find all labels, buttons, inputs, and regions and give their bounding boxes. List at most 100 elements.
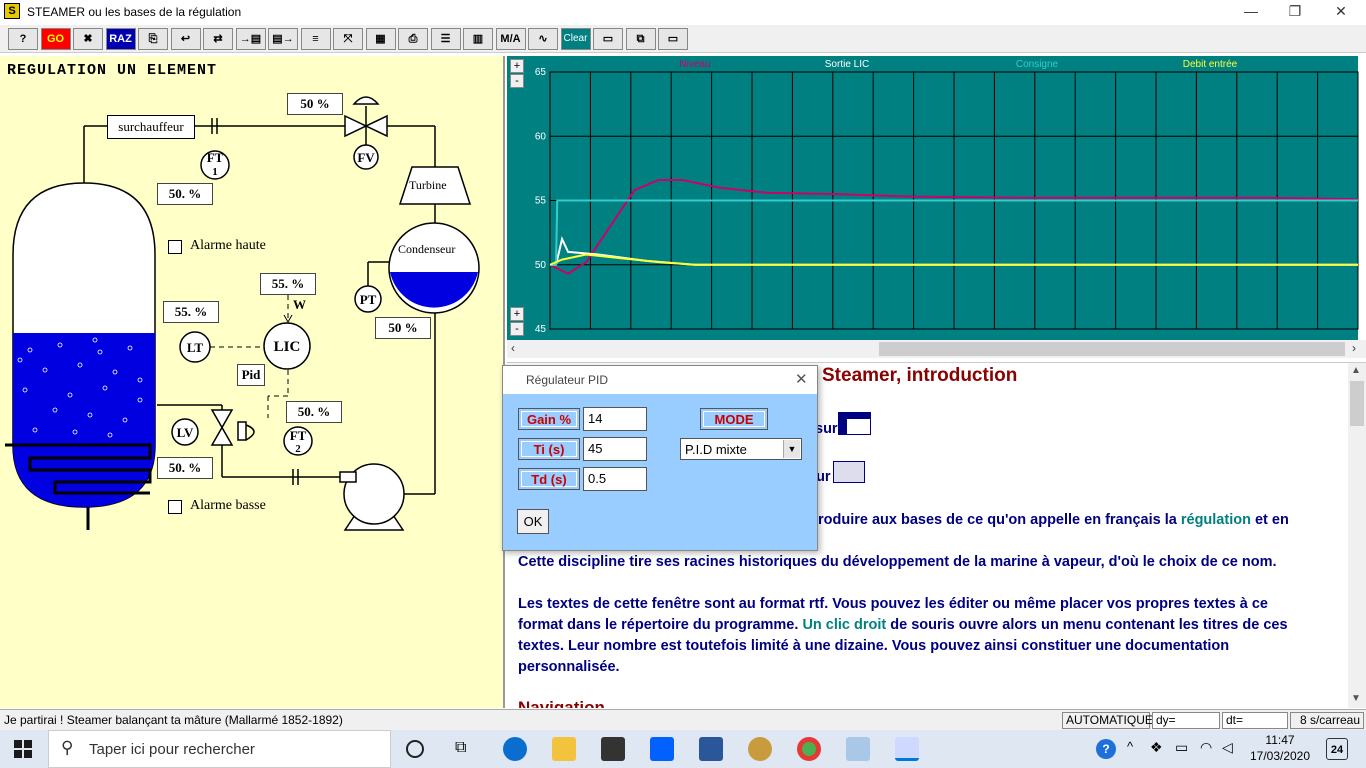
tool-5-button[interactable]: ↩ [170,28,201,50]
condenser-water [390,272,478,308]
volume-icon[interactable]: ◁ [1222,739,1233,756]
condenser-value[interactable]: 50 % [375,317,431,339]
go-button[interactable]: GO [40,28,71,50]
doc-heading: Steamer, introduction [822,365,1018,386]
scroll-down-icon[interactable]: ▼ [1351,693,1361,704]
lt-label: LT [187,340,203,355]
help-button[interactable]: ? [8,28,38,50]
legend-label: Consigne [1016,59,1059,70]
chevron-up-icon[interactable]: ^ [1127,739,1133,754]
clear-button[interactable]: Clear [560,28,591,50]
notification-badge[interactable]: 24 [1326,738,1348,760]
pid-dialog: Régulateur PID ✕ Gain % 14 Ti (s) 45 Td … [502,365,818,551]
pid-button[interactable]: Pid [237,364,265,386]
td-input[interactable]: 0.5 [583,467,647,491]
word-icon[interactable] [699,737,723,761]
help-tray-icon[interactable]: ? [1096,739,1116,759]
alarm-low-label: Alarme basse [190,498,266,513]
gain-label: Gain % [518,408,580,430]
lv-valve[interactable] [210,409,255,446]
ft1-label: FT [207,150,224,165]
superheater: surchauffeur [107,115,195,139]
doc-paragraph-2: Cette discipline tire ses racines histor… [518,554,1277,570]
alarm-low-checkbox[interactable] [168,500,182,514]
wave-button[interactable]: ∿ [528,28,558,50]
paint-icon[interactable] [846,737,870,761]
ma-button[interactable]: M/A [495,28,526,50]
app-icon: S [4,3,20,19]
chevron-down-icon[interactable]: ▼ [783,440,800,458]
file-explorer-icon[interactable] [552,737,576,761]
status-mode: AUTOMATIQUE [1062,712,1153,729]
alarm-high-label: Alarme haute [190,238,266,253]
wifi-icon[interactable]: ◠ [1200,739,1212,756]
scroll-right-icon[interactable]: › [1352,341,1356,355]
edge-icon[interactable] [503,737,527,761]
feed-pump[interactable] [339,463,405,531]
right-click-link[interactable]: Un clic droit [802,617,886,633]
export-button[interactable]: ▤→ [268,28,298,50]
gain-input[interactable]: 14 [583,407,647,431]
taskbar-search[interactable]: ⚲ Taper ici pour rechercher [48,730,391,768]
doc-paragraph-3d: personnalisée. [518,659,620,675]
tool-6-button[interactable]: ⇄ [203,28,233,50]
level-value: 55. % [163,301,219,323]
lines-button[interactable]: ☰ [430,28,461,50]
taskbar: ⚲ Taper ici pour rechercher ⧉ ? ^ ❖ ▭ ◠ … [0,730,1366,768]
columns-button[interactable]: ▥ [463,28,493,50]
ok-button[interactable]: OK [517,509,549,534]
doc-vscrollbar[interactable]: ▲ ▼ [1348,363,1366,708]
tool-4-button[interactable]: ⎘ [138,28,168,50]
grid-button[interactable]: ▦ [365,28,396,50]
clock-date[interactable]: 17/03/2020 [1246,749,1314,763]
alarm-high-checkbox[interactable] [168,240,182,254]
ti-input[interactable]: 45 [583,437,647,461]
stop-button[interactable]: ✖ [73,28,103,50]
game-icon[interactable] [748,737,772,761]
title-bar: S STEAMER ou les bases de la régulation … [0,0,1366,24]
pid-window-button[interactable]: ⧉ [625,28,656,50]
setpoint-value[interactable]: 55. % [260,273,316,295]
y-tick-label: 60 [535,131,547,142]
feed-flow-value: 50. % [157,457,213,479]
ti-label: Ti (s) [518,438,580,460]
store-icon[interactable] [601,737,625,761]
minimize-button[interactable]: — [1228,0,1274,24]
doc-window-button[interactable]: ▭ [658,28,688,50]
clock-time[interactable]: 11:47 [1250,733,1310,747]
doc-next-heading: Navigation [518,698,605,708]
scale-button[interactable]: ⤧ [333,28,363,50]
y-tick-label: 45 [535,324,547,335]
pid-output-value: 50. % [286,401,342,423]
close-button[interactable]: ✕ [1318,0,1364,24]
doc-scroll-thumb[interactable] [1350,381,1364,426]
valve-opening-value[interactable]: 50 % [287,93,343,115]
mode-select[interactable]: P.I.D mixte ▼ [680,438,802,460]
maximize-button[interactable]: ❐ [1272,0,1318,24]
print-button[interactable]: ⎙ [398,28,428,50]
battery-icon[interactable]: ▭ [1175,739,1188,756]
pid-dialog-close-button[interactable]: ✕ [795,370,808,388]
regulation-link[interactable]: régulation [1181,512,1251,528]
y-tick-label: 55 [535,196,547,207]
status-message: Je partirai ! Steamer balançant ta mâtur… [4,713,343,727]
windows-start-icon[interactable] [14,740,32,758]
scroll-thumb[interactable] [879,342,1345,356]
td-label: Td (s) [518,468,580,490]
raz-button[interactable]: RAZ [105,28,136,50]
dropbox-tray-icon[interactable]: ❖ [1150,739,1163,756]
colors-button[interactable]: ≡ [300,28,331,50]
task-view-icon[interactable]: ⧉ [455,739,466,757]
chart-hscrollbar[interactable]: ‹ › [507,340,1366,358]
dropbox-icon[interactable] [650,737,674,761]
save-button[interactable]: →▤ [235,28,266,50]
pid-window-icon [833,461,865,483]
cortana-icon[interactable] [406,740,424,758]
scroll-left-icon[interactable]: ‹ [511,341,515,355]
ft2-label: FT [290,428,307,443]
scroll-up-icon[interactable]: ▲ [1351,365,1361,376]
chrome-icon[interactable] [797,737,821,761]
panel-button[interactable]: ▭ [593,28,623,50]
steamer-app-icon[interactable] [895,737,919,761]
search-icon: ⚲ [61,738,74,757]
